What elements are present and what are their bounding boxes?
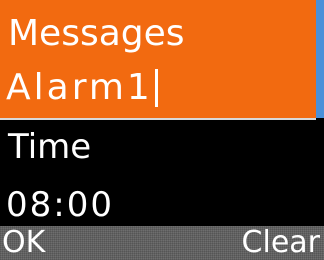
scrollbar-thumb: [316, 0, 324, 118]
messages-value: Alarm1: [6, 67, 153, 108]
messages-label: Messages: [8, 13, 185, 54]
messages-input[interactable]: Alarm1: [6, 66, 158, 110]
alarm-edit-screen: Messages Alarm1 Time 08:00 OK Clear: [0, 0, 324, 260]
text-cursor: [154, 69, 158, 107]
time-label: Time: [8, 127, 92, 167]
messages-field[interactable]: Messages Alarm1: [0, 0, 316, 118]
softkey-bar: OK Clear: [0, 226, 324, 260]
ok-softkey[interactable]: OK: [2, 226, 45, 260]
time-input[interactable]: 08:00: [6, 184, 114, 226]
field-divider: [0, 118, 316, 120]
clear-softkey[interactable]: Clear: [242, 226, 320, 260]
